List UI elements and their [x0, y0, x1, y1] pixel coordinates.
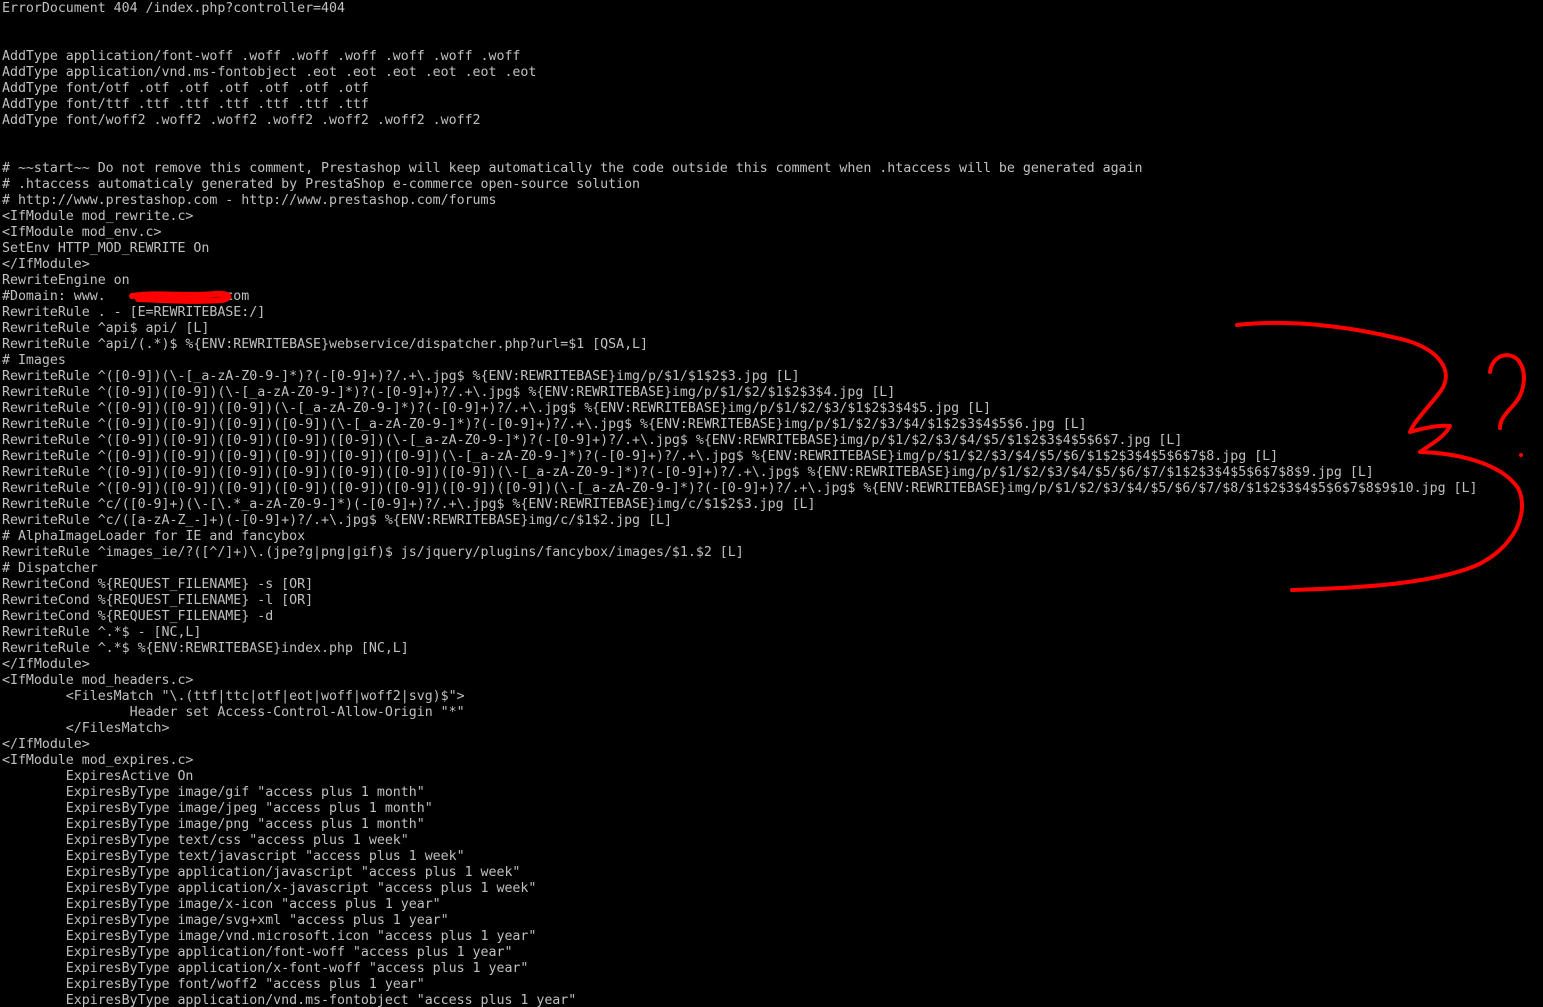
terminal-line: ExpiresByType image/vnd.microsoft.icon "…	[2, 929, 537, 944]
terminal-line: </IfModule>	[2, 657, 90, 672]
terminal-line: ExpiresByType application/vnd.ms-fontobj…	[2, 993, 577, 1007]
terminal-line: ExpiresActive On	[2, 769, 194, 784]
terminal-line: # http://www.prestashop.com - http://www…	[2, 193, 497, 208]
terminal-line: AddType application/vnd.ms-fontobject .e…	[2, 65, 537, 80]
terminal-line: RewriteRule ^([0-9])([0-9])([0-9])([0-9]…	[2, 481, 1478, 496]
terminal-line: </FilesMatch>	[2, 721, 170, 736]
terminal-line: RewriteRule ^([0-9])([0-9])(\-[_a-zA-Z0-…	[2, 385, 896, 400]
terminal-line: ErrorDocument 404 /index.php?controller=…	[2, 1, 345, 16]
terminal-line: RewriteRule ^([0-9])([0-9])([0-9])([0-9]…	[2, 417, 1087, 432]
terminal-line: # Images	[2, 353, 66, 368]
terminal-line: # AlphaImageLoader for IE and fancybox	[2, 529, 306, 544]
terminal-line: RewriteRule ^.*$ %{ENV:REWRITEBASE}index…	[2, 641, 409, 656]
terminal-line: AddType font/ttf .ttf .ttf .ttf .ttf .tt…	[2, 97, 369, 112]
hand-drawn-question-mark	[1488, 353, 1526, 430]
terminal-line: </IfModule>	[2, 737, 90, 752]
terminal-line: RewriteEngine on	[2, 273, 130, 288]
terminal-line: <IfModule mod_expires.c>	[2, 753, 194, 768]
terminal-line: RewriteRule ^([0-9])([0-9])([0-9])([0-9]…	[2, 433, 1183, 448]
terminal-line: RewriteRule . - [E=REWRITEBASE:/]	[2, 305, 266, 320]
terminal-line: AddType font/otf .otf .otf .otf .otf .ot…	[2, 81, 369, 96]
terminal-line: RewriteRule ^c/([a-zA-Z_-]+)(-[0-9]+)?/.…	[2, 513, 672, 528]
terminal-line: <FilesMatch "\.(ttf|ttc|otf|eot|woff|wof…	[2, 689, 465, 704]
terminal-line: RewriteRule ^images_ie/?([^/]+)\.(jpe?g|…	[2, 545, 744, 560]
terminal-line: ExpiresByType application/x-javascript "…	[2, 881, 537, 896]
terminal-line: AddType application/font-woff .woff .wof…	[2, 49, 521, 64]
terminal-line: # ~~start~~ Do not remove this comment, …	[2, 161, 1143, 176]
terminal-line: RewriteCond %{REQUEST_FILENAME} -l [OR]	[2, 593, 314, 608]
question-mark-dot	[1519, 453, 1523, 457]
terminal-line: ExpiresByType text/javascript "access pl…	[2, 849, 465, 864]
terminal-line: RewriteRule ^([0-9])([0-9])([0-9])(\-[_a…	[2, 401, 991, 416]
terminal-line: ExpiresByType image/svg+xml "access plus…	[2, 913, 449, 928]
terminal-line: RewriteRule ^api/(.*)$ %{ENV:REWRITEBASE…	[2, 337, 649, 352]
terminal-line: RewriteRule ^([0-9])([0-9])([0-9])([0-9]…	[2, 449, 1279, 464]
terminal-line: # Dispatcher	[2, 561, 98, 576]
file-content: ErrorDocument 404 /index.php?controller=…	[2, 1, 1477, 1007]
terminal-window[interactable]: ErrorDocument 404 /index.php?controller=…	[0, 0, 1543, 1007]
terminal-line: ExpiresByType image/gif "access plus 1 m…	[2, 785, 425, 800]
terminal-line: # .htaccess automaticaly generated by Pr…	[2, 177, 641, 192]
terminal-line: ExpiresByType application/javascript "ac…	[2, 865, 521, 880]
terminal-line: RewriteCond %{REQUEST_FILENAME} -s [OR]	[2, 577, 314, 592]
terminal-line: RewriteRule ^.*$ - [NC,L]	[2, 625, 202, 640]
terminal-line: <IfModule mod_env.c>	[2, 225, 162, 240]
terminal-line: RewriteRule ^api$ api/ [L]	[2, 321, 210, 336]
terminal-line: AddType font/woff2 .woff2 .woff2 .woff2 …	[2, 113, 481, 128]
terminal-line: <IfModule mod_rewrite.c>	[2, 209, 194, 224]
terminal-line: #Domain: www. .com	[2, 289, 250, 304]
terminal-line: ExpiresByType text/css "access plus 1 we…	[2, 833, 409, 848]
terminal-line: SetEnv HTTP_MOD_REWRITE On	[2, 241, 210, 256]
terminal-line: ExpiresByType image/png "access plus 1 m…	[2, 817, 425, 832]
terminal-line: RewriteRule ^([0-9])(\-[_a-zA-Z0-9-]*)?(…	[2, 369, 800, 384]
terminal-line: ExpiresByType image/jpeg "access plus 1 …	[2, 801, 433, 816]
terminal-line: ExpiresByType application/x-font-woff "a…	[2, 961, 529, 976]
terminal-line: Header set Access-Control-Allow-Origin "…	[2, 705, 465, 720]
terminal-line: <IfModule mod_headers.c>	[2, 673, 194, 688]
terminal-line: ExpiresByType image/x-icon "access plus …	[2, 897, 441, 912]
terminal-line: ExpiresByType font/woff2 "access plus 1 …	[2, 977, 425, 992]
terminal-line: ExpiresByType application/font-woff "acc…	[2, 945, 513, 960]
terminal-line: RewriteCond %{REQUEST_FILENAME} -d	[2, 609, 274, 624]
terminal-line: RewriteRule ^c/([0-9]+)(\-[\.*_a-zA-Z0-9…	[2, 497, 816, 512]
terminal-line: RewriteRule ^([0-9])([0-9])([0-9])([0-9]…	[2, 465, 1374, 480]
terminal-line: </IfModule>	[2, 257, 90, 272]
